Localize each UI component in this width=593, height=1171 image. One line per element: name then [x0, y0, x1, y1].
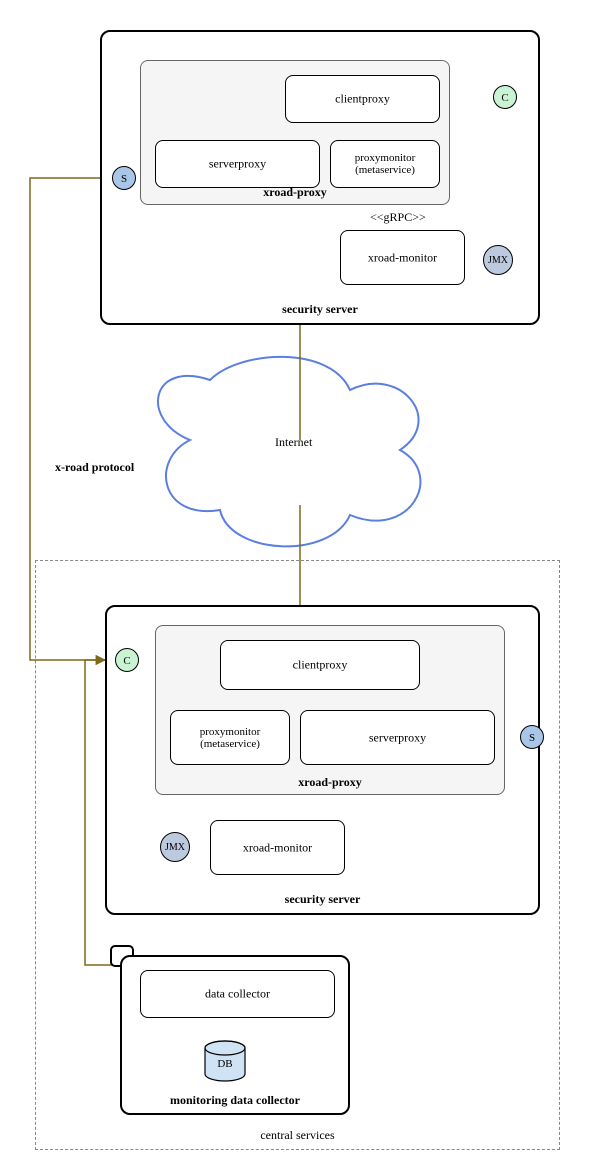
bottom-serverproxy: serverproxy — [300, 710, 495, 765]
top-port-c: C — [493, 85, 517, 109]
bottom-xroad-monitor: xroad-monitor — [210, 820, 345, 875]
bottom-serverproxy-label: serverproxy — [301, 730, 494, 745]
bottom-clientproxy: clientproxy — [220, 640, 420, 690]
data-collector-label: data collector — [141, 987, 334, 1002]
diagram-canvas: security server xroad-proxy clientproxy … — [0, 0, 593, 1171]
bottom-port-c: C — [115, 648, 139, 672]
bottom-xroad-monitor-label: xroad-monitor — [211, 840, 344, 855]
bottom-port-s: S — [520, 725, 544, 749]
top-xroad-monitor-label: xroad-monitor — [341, 250, 464, 265]
top-port-s: S — [112, 166, 136, 190]
protocol-label: x-road protocol — [55, 460, 134, 475]
central-services-title: central services — [36, 1128, 559, 1143]
db-label: DB — [205, 1058, 245, 1070]
bottom-xroad-proxy-title: xroad-proxy — [156, 775, 504, 790]
grpc-label: <<gRPC>> — [370, 210, 426, 225]
top-clientproxy: clientproxy — [285, 75, 440, 123]
bottom-port-jmx: JMX — [160, 832, 190, 862]
internet-label: Internet — [275, 435, 312, 450]
top-port-jmx: JMX — [483, 245, 513, 275]
top-clientproxy-label: clientproxy — [286, 92, 439, 107]
top-security-server-title: security server — [102, 302, 538, 317]
data-collector: data collector — [140, 970, 335, 1018]
bottom-proxymonitor-label: proxymonitor (metaservice) — [171, 726, 289, 750]
top-proxymonitor-label: proxymonitor (metaservice) — [331, 152, 439, 176]
top-proxymonitor: proxymonitor (metaservice) — [330, 140, 440, 188]
bottom-security-server-title: security server — [107, 892, 538, 907]
monitoring-data-collector-title: monitoring data collector — [122, 1093, 348, 1108]
top-serverproxy: serverproxy — [155, 140, 320, 188]
top-xroad-monitor: xroad-monitor — [340, 230, 465, 285]
top-serverproxy-label: serverproxy — [156, 157, 319, 172]
bottom-proxymonitor: proxymonitor (metaservice) — [170, 710, 290, 765]
bottom-clientproxy-label: clientproxy — [221, 658, 419, 673]
